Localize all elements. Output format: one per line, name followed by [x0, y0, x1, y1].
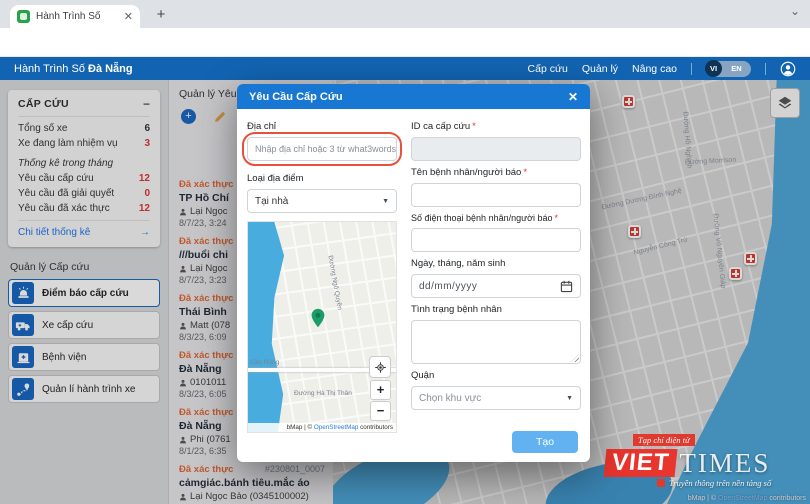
street-label: Đường Hà Thị Thân — [294, 390, 352, 397]
watermark-square-icon — [657, 479, 665, 487]
calendar-icon[interactable] — [560, 280, 573, 293]
locate-button[interactable] — [369, 356, 391, 378]
modal-map-attribution: bMap | © OpenStreetMap contributors — [248, 423, 396, 432]
phone-input[interactable] — [411, 228, 581, 252]
header-separator — [691, 63, 692, 75]
nav-nangcao[interactable]: Nâng cao — [632, 63, 677, 75]
modal-body: Địa chỉ Nhập địa chỉ hoặc 3 từ what3word… — [237, 109, 590, 433]
attribution-prefix: bMap | © — [287, 424, 314, 431]
required-mark: * — [523, 167, 527, 178]
user-avatar-icon[interactable] — [780, 61, 796, 77]
watermark-brand-serif: TIMES — [679, 449, 770, 477]
case-id-input[interactable] — [411, 137, 581, 161]
app-nav: Cấp cứu Quản lý Nâng cao VI EN — [528, 61, 796, 77]
screen: Hành Trình Số ✕ + ⌄ ← → ↻ dashboard-dana… — [0, 0, 810, 504]
modal-left-column: Địa chỉ Nhập địa chỉ hoặc 3 từ what3word… — [247, 115, 397, 433]
location-type-label: Loại địa điểm — [247, 173, 397, 184]
app-title-prefix: Hành Trình Số — [14, 63, 85, 75]
required-mark: * — [555, 213, 559, 223]
required-mark: * — [472, 121, 476, 132]
tab-close-icon[interactable]: ✕ — [124, 10, 133, 23]
crosshair-icon — [374, 361, 387, 374]
patient-name-input[interactable] — [411, 183, 581, 207]
case-id-label: ID ca cấp cứu* — [411, 121, 581, 132]
bridge-label: Cầu Rồng — [250, 359, 279, 366]
patient-name-label-text: Tên bệnh nhân/người báo — [411, 167, 521, 178]
attribution-suffix: contributors — [358, 424, 393, 431]
zoom-out-button[interactable]: − — [370, 401, 391, 421]
watermark-brand-red: VIET — [604, 449, 678, 477]
modal-footer: Tạo — [512, 431, 578, 453]
dob-value: dd/mm/yyyy — [419, 281, 477, 292]
phone-label-text: Số điện thoại bệnh nhân/người báo — [411, 213, 553, 223]
close-icon[interactable]: ✕ — [568, 90, 578, 104]
modal-header: Yêu Cầu Cấp Cứu ✕ — [237, 84, 590, 109]
location-pin-icon[interactable] — [310, 308, 326, 334]
modal-right-column: ID ca cấp cứu* Tên bệnh nhân/người báo* … — [411, 115, 581, 433]
browser-tab[interactable]: Hành Trình Số ✕ — [10, 5, 140, 28]
location-type-value: Tại nhà — [255, 196, 288, 207]
district-select[interactable]: Chọn khu vực ▼ — [411, 386, 581, 410]
address-placeholder: Nhập địa chỉ hoặc 3 từ what3words — [255, 144, 396, 154]
attribution-link[interactable]: OpenStreetMap — [314, 424, 358, 431]
modal-title: Yêu Cầu Cấp Cứu — [249, 91, 343, 103]
resize-grip-icon[interactable] — [571, 354, 579, 362]
address-label: Địa chỉ — [247, 121, 397, 132]
browser-urlbar: ← → ↻ dashboard-danang.bsmart.city ☆ 16 … — [0, 28, 810, 57]
patient-name-label: Tên bệnh nhân/người báo* — [411, 167, 581, 178]
watermark-top-label: Tạp chí điện tử — [633, 434, 695, 446]
app-header: Hành Trình Số Đà Nẵng Cấp cứu Quản lý Nâ… — [0, 57, 810, 80]
chevron-down-icon: ▼ — [382, 198, 389, 205]
language-en[interactable]: EN — [722, 64, 751, 73]
chevron-down-icon: ▼ — [566, 395, 573, 402]
modal-map[interactable]: Cầu Rồng Đường Ngô Quyền Đường Hà Thị Th… — [247, 221, 397, 433]
emergency-request-modal: Yêu Cầu Cấp Cứu ✕ Địa chỉ Nhập địa chỉ h… — [237, 84, 590, 462]
language-vi[interactable]: VI — [705, 60, 722, 77]
new-tab-button[interactable]: + — [150, 4, 172, 26]
app-title-city: Đà Nẵng — [88, 63, 133, 75]
location-type-select[interactable]: Tại nhà ▼ — [247, 189, 397, 213]
nav-capcuu[interactable]: Cấp cứu — [528, 63, 568, 75]
create-button[interactable]: Tạo — [512, 431, 578, 453]
app-title: Hành Trình Số Đà Nẵng — [14, 63, 133, 75]
condition-label: Tình trạng bệnh nhân — [411, 304, 581, 315]
dob-input[interactable]: dd/mm/yyyy — [411, 274, 581, 298]
header-separator — [765, 63, 766, 75]
watermark-tagline: Truyền thông trên nền tảng số — [669, 478, 771, 488]
dob-label: Ngày, tháng, năm sinh — [411, 258, 581, 269]
browser-tabstrip: Hành Trình Số ✕ + ⌄ — [0, 0, 810, 28]
viettimes-watermark: Tạp chí điện tử VIET TIMES Truyền thông … — [605, 430, 800, 488]
nav-quanly[interactable]: Quản lý — [582, 63, 618, 75]
district-label: Quận — [411, 370, 581, 381]
tab-favicon-icon — [17, 10, 30, 23]
language-toggle[interactable]: VI EN — [706, 61, 751, 77]
phone-label: Số điện thoại bệnh nhân/người báo* — [411, 213, 581, 223]
tabstrip-chevron-icon[interactable]: ⌄ — [790, 4, 800, 18]
tab-title: Hành Trình Số — [36, 11, 118, 22]
condition-textarea[interactable] — [411, 320, 581, 364]
address-input[interactable]: Nhập địa chỉ hoặc 3 từ what3words — [247, 137, 397, 161]
case-id-label-text: ID ca cấp cứu — [411, 121, 470, 132]
zoom-in-button[interactable]: + — [370, 380, 391, 400]
address-highlight-ring: Nhập địa chỉ hoặc 3 từ what3words — [247, 137, 397, 161]
district-placeholder: Chọn khu vực — [419, 393, 481, 404]
